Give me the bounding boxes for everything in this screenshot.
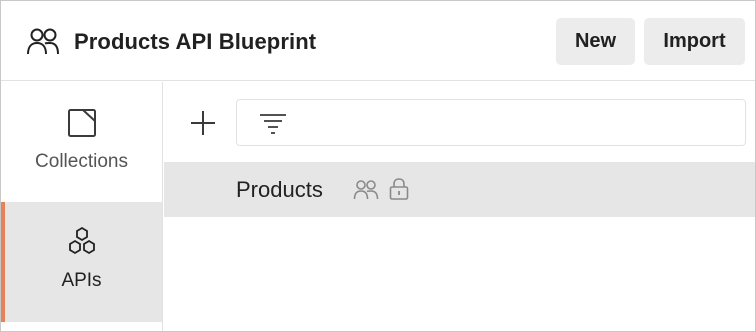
import-button[interactable]: Import (644, 18, 745, 65)
sidebar-item-apis[interactable]: APIs (1, 202, 162, 322)
app-window: Products API Blueprint New Import Collec… (0, 0, 756, 332)
team-icon (353, 180, 379, 200)
lock-icon (389, 178, 409, 200)
filter-field[interactable] (236, 99, 746, 146)
sidebar-item-collections[interactable]: Collections (1, 82, 162, 201)
team-icon (27, 28, 59, 55)
sidebar-item-label: APIs (61, 270, 102, 291)
sidebar-item-label: Collections (35, 151, 128, 172)
main-content: Products (164, 82, 755, 331)
list-item[interactable]: Products (164, 162, 755, 217)
workspace-header: Products API Blueprint New Import (1, 1, 755, 81)
apis-icon (68, 226, 95, 255)
filter-input[interactable] (299, 100, 739, 145)
collection-icon (67, 109, 96, 137)
workspace-title: Products API Blueprint (74, 29, 317, 54)
sidebar: Collections APIs (1, 82, 163, 331)
api-name: Products (236, 177, 323, 202)
filter-icon (260, 114, 286, 134)
list-toolbar (164, 82, 755, 162)
new-button[interactable]: New (556, 18, 635, 65)
plus-icon[interactable] (190, 110, 216, 136)
